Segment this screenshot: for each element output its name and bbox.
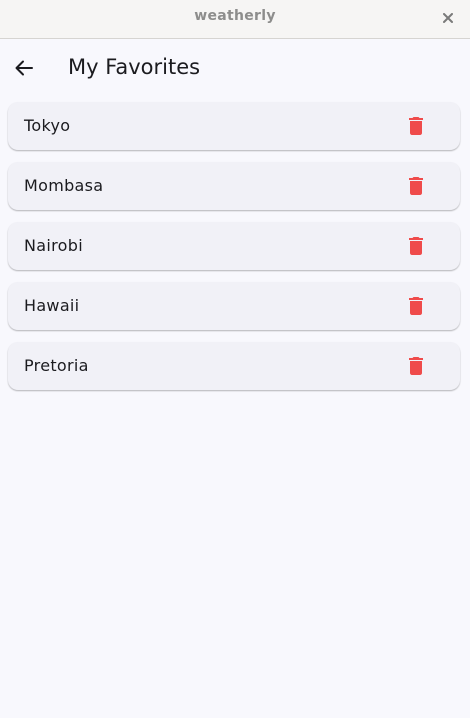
- city-name: Nairobi: [24, 236, 83, 255]
- window-titlebar: weatherly: [0, 0, 470, 39]
- list-item[interactable]: Hawaii: [8, 282, 460, 330]
- list-item[interactable]: Pretoria: [8, 342, 460, 390]
- back-button[interactable]: [8, 52, 40, 84]
- city-name: Mombasa: [24, 176, 104, 195]
- page-title: My Favorites: [68, 55, 201, 79]
- favorites-list: Tokyo Mombasa Nairobi Hawaii Pretoria: [8, 102, 460, 402]
- window-title: weatherly: [194, 8, 276, 24]
- trash-icon: [409, 117, 423, 135]
- list-item[interactable]: Mombasa: [8, 162, 460, 210]
- close-icon: [443, 13, 453, 23]
- delete-button[interactable]: [404, 234, 428, 258]
- city-name: Hawaii: [24, 296, 80, 315]
- arrow-back-icon: [15, 60, 33, 76]
- delete-button[interactable]: [404, 294, 428, 318]
- trash-icon: [409, 177, 423, 195]
- app-bar: My Favorites: [0, 40, 470, 96]
- delete-button[interactable]: [404, 354, 428, 378]
- delete-button[interactable]: [404, 114, 428, 138]
- city-name: Tokyo: [24, 116, 71, 135]
- trash-icon: [409, 357, 423, 375]
- list-item[interactable]: Tokyo: [8, 102, 460, 150]
- list-item[interactable]: Nairobi: [8, 222, 460, 270]
- delete-button[interactable]: [404, 174, 428, 198]
- trash-icon: [409, 237, 423, 255]
- trash-icon: [409, 297, 423, 315]
- window-close-button[interactable]: [437, 7, 459, 29]
- city-name: Pretoria: [24, 356, 89, 375]
